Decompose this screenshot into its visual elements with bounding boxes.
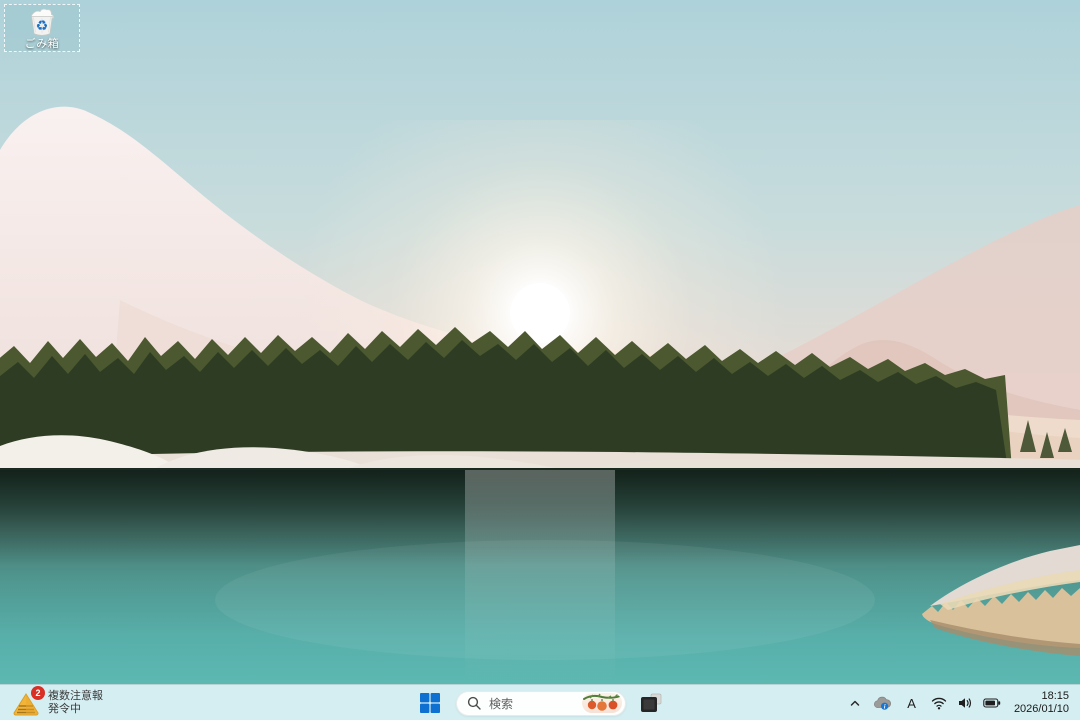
- onedrive-tray-button[interactable]: i: [868, 688, 896, 718]
- wifi-icon: [931, 696, 947, 710]
- clock-time: 18:15: [1041, 690, 1069, 703]
- tray-chevron-up-button[interactable]: [844, 688, 866, 718]
- start-button[interactable]: [413, 688, 447, 718]
- recycle-bin-icon[interactable]: ♻ ごみ箱: [4, 4, 80, 52]
- recycle-bin-glyph: ♻: [25, 6, 59, 38]
- search-placeholder: 検索: [489, 695, 582, 712]
- search-box[interactable]: 検索: [456, 691, 626, 716]
- widgets-button[interactable]: 2 複数注意報 発令中: [4, 687, 112, 719]
- ime-mode-indicator: A: [902, 696, 921, 711]
- chevron-up-icon: [848, 696, 862, 710]
- ime-mode-button[interactable]: A: [898, 688, 925, 718]
- wallpaper-winter-lake: [0, 0, 1080, 684]
- windows-logo-icon: [419, 692, 441, 714]
- taskbar-clock[interactable]: 18:15 2026/01/10: [1007, 688, 1076, 718]
- wifi-tray-button[interactable]: [927, 688, 951, 718]
- svg-text:i: i: [884, 704, 886, 711]
- taskbar-pinned-app-icon[interactable]: [635, 688, 667, 718]
- onedrive-cloud-icon: i: [872, 695, 892, 711]
- volume-tray-button[interactable]: [953, 688, 977, 718]
- dark-window-app-icon: [639, 691, 663, 715]
- alert-title: 複数注意報: [48, 690, 103, 703]
- search-icon: [467, 696, 481, 710]
- clock-date: 2026/01/10: [1014, 703, 1069, 716]
- search-highlight-thumbnail: [582, 693, 622, 713]
- battery-icon: [983, 697, 1001, 709]
- taskbar: 2 複数注意報 発令中 検索: [0, 684, 1080, 720]
- recycle-bin-label: ごみ箱: [25, 38, 60, 50]
- svg-text:♻: ♻: [36, 18, 49, 34]
- desktop[interactable]: ♻ ごみ箱 2 複数注意報 発令中: [0, 0, 1080, 720]
- alert-status: 発令中: [48, 703, 103, 716]
- speaker-icon: [957, 696, 973, 710]
- battery-tray-button[interactable]: [979, 688, 1005, 718]
- alert-count-badge: 2: [31, 686, 45, 700]
